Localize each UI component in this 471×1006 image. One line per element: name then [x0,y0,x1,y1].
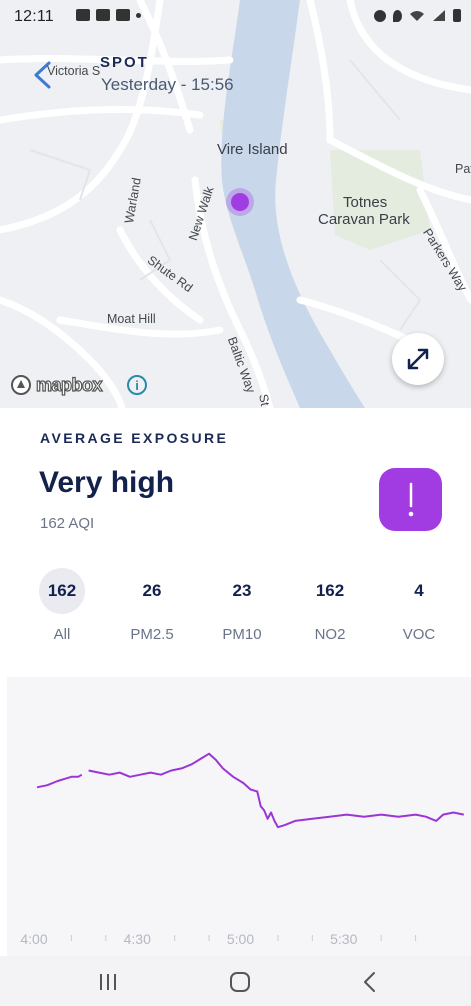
tab-all[interactable]: 162 All [22,568,102,643]
tab-label: PM2.5 [130,626,174,643]
info-icon[interactable]: i [127,375,147,395]
image-notification-icon [76,9,90,21]
tab-voc[interactable]: 4 VOC [379,568,459,643]
page-title: SPOT [100,54,149,71]
chart-svg: 4:00 4:30 5:00 5:30 [20,752,464,947]
map[interactable]: 12:11 Victoria S SPOT Yesterday - 15:56 … [0,0,471,408]
tab-no2[interactable]: 162 NO2 [290,568,370,643]
back-nav-button[interactable] [345,968,395,996]
location-icon [393,9,402,22]
tab-label: VOC [402,626,436,643]
mapbox-attribution: mapbox [35,374,103,395]
map-label-caravan-park: Caravan Park [318,211,410,228]
exposure-level: Very high [39,466,175,499]
status-bar: 12:11 [0,0,471,36]
system-nav-bar [0,956,471,1006]
x-tick-label: 5:00 [227,931,254,947]
section-label: AVERAGE EXPOSURE [40,430,229,446]
back-icon [364,972,375,992]
tab-value: 162 [22,568,102,614]
more-notifications-icon [136,12,141,18]
recents-button[interactable] [83,968,133,996]
home-icon [230,972,250,992]
recents-icon [100,974,116,990]
status-time: 12:11 [14,8,54,25]
mapbox-logo-icon [11,375,31,395]
exposure-aqi: 162 AQI [40,515,95,532]
tab-label: PM10 [222,626,262,643]
pollutant-tabs: 162 All 26 PM2.5 23 PM10 162 NO2 4 VOC [0,568,471,658]
alert-badge [379,468,442,531]
map-label-pat: Pat [455,162,471,176]
expand-map-button[interactable] [392,333,444,385]
tab-label: All [53,626,71,643]
calendar-notification-icon [116,9,130,21]
battery-icon [453,9,461,22]
map-label-vire-island: Vire Island [217,141,288,158]
series-line-segment [36,773,83,789]
tab-value: 23 [232,581,252,600]
tab-value: 26 [142,581,162,600]
map-label-moat-hill: Moat Hill [107,312,156,326]
wifi-icon [410,11,424,21]
mapbox-logo: mapbox [10,374,103,396]
location-marker[interactable] [226,188,254,216]
tab-value: 162 [315,581,345,600]
page-subtitle: Yesterday - 15:56 [101,75,234,94]
tab-pm25[interactable]: 26 PM2.5 [112,568,192,643]
tab-pm10[interactable]: 23 PM10 [202,568,282,643]
map-label-victoria: Victoria S [47,64,101,78]
map-label-st: St [256,393,273,408]
x-tick-label: 5:30 [330,931,357,947]
exclamation-icon [408,482,413,516]
tab-value: 4 [414,581,424,600]
x-tick-label: 4:00 [20,931,47,947]
expand-icon [407,348,429,370]
signal-icon [433,10,445,21]
map-label-totnes: Totnes [343,194,388,211]
x-tick-label: 4:30 [124,931,151,947]
tab-label: NO2 [314,626,346,643]
notification-icons [76,9,141,21]
cloud-notification-icon [96,9,110,21]
home-button[interactable] [215,968,265,996]
exposure-chart[interactable]: 4:00 4:30 5:00 5:30 [7,677,471,962]
system-icons [374,9,461,22]
alarm-icon [374,9,386,22]
series-line-segment [88,752,464,829]
